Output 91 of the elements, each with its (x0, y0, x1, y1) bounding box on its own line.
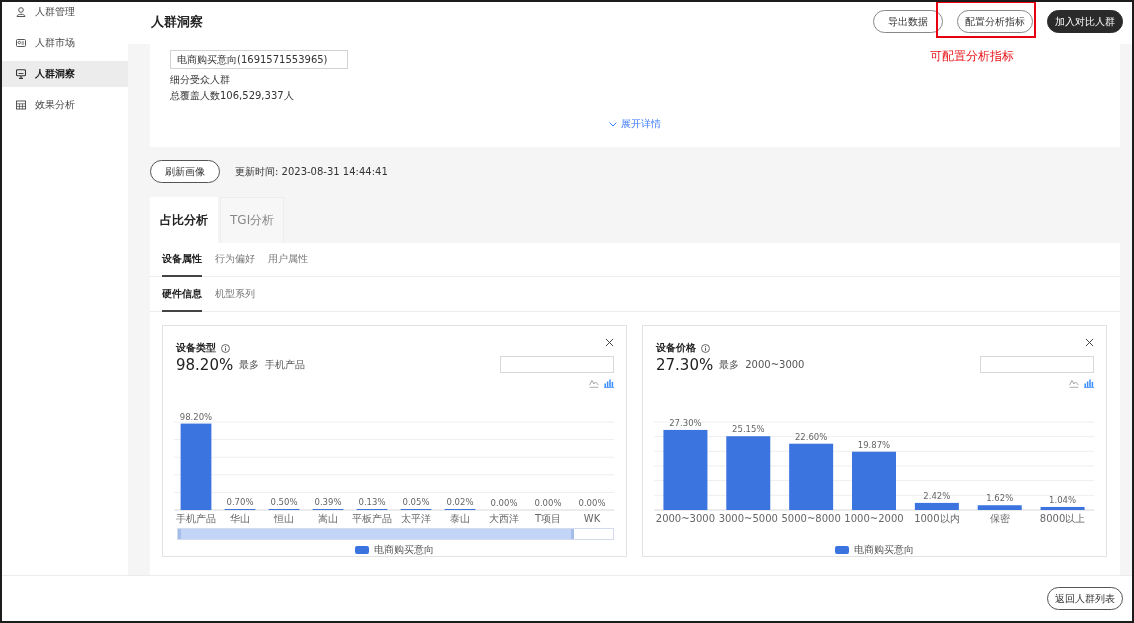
info-icon[interactable] (701, 343, 710, 353)
bar-chart-icon[interactable] (1084, 378, 1094, 388)
card-icon (16, 38, 26, 48)
value-label: 27.30% (669, 417, 702, 428)
axis-label: 太平洋 (401, 513, 431, 524)
sidebar-item[interactable]: 人群洞察 (2, 61, 128, 87)
category-tab[interactable]: 用户属性 (268, 243, 308, 277)
line-chart-icon[interactable] (589, 378, 599, 388)
axis-label: 华山 (230, 513, 250, 524)
axis-label: 保密 (989, 513, 1010, 524)
bar (914, 502, 959, 510)
axis-label: 恒山 (274, 513, 294, 524)
audience-field[interactable]: 电商购买意向(1691571553965) (170, 50, 348, 69)
sidebar-item[interactable]: 人群管理 (2, 2, 128, 25)
value-label: 0.13% (358, 497, 386, 507)
export-data-button[interactable]: 导出数据 (873, 10, 943, 33)
value-label: 19.87% (857, 439, 891, 450)
card-title: 设备类型 (176, 341, 216, 355)
legend-label[interactable]: 电商购买意向 (853, 545, 914, 555)
category-tab[interactable]: 行为偏好 (215, 243, 255, 277)
top-category: 手机产品 (265, 357, 306, 372)
axis-label: 5000~8000 (781, 513, 841, 524)
sidebar-item[interactable]: 人群市场 (2, 30, 128, 56)
configure-metrics-button[interactable]: 配置分析指标 (957, 10, 1033, 33)
table-icon (16, 100, 26, 110)
coverage-text: 总覆盖人数106,529,337人 (170, 89, 295, 103)
axis-label: 泰山 (450, 513, 470, 524)
legend-swatch-icon[interactable] (834, 546, 849, 554)
value-label: 0.39% (314, 497, 342, 507)
legend-label[interactable]: 电商购买意向 (373, 545, 434, 555)
legend-swatch-icon[interactable] (354, 546, 369, 554)
axis-label: T项目 (534, 513, 562, 524)
add-to-comparison-button[interactable]: 加入对比人群 (1047, 10, 1123, 33)
axis-label: 8000以上 (1039, 513, 1086, 524)
chart-filter-field[interactable] (500, 356, 614, 373)
bar (789, 443, 834, 510)
chevron-down-icon (609, 121, 617, 127)
top-label: 最多 (719, 357, 740, 372)
axis-label: 平板产品 (352, 513, 392, 524)
value-label: 0.50% (270, 497, 298, 507)
zoom-slider-track[interactable] (177, 528, 614, 540)
back-to-list-button[interactable]: 返回人群列表 (1047, 587, 1123, 610)
subcategory-tab[interactable]: 硬件信息 (162, 277, 202, 312)
annotation-text: 可配置分析指标 (930, 48, 1014, 65)
value-label: 22.60% (794, 431, 828, 442)
analysis-tab[interactable]: TGI分析 (220, 197, 285, 243)
bar-chart-icon[interactable] (604, 378, 614, 388)
value-label: 1.62% (986, 493, 1014, 504)
chart-filter-field[interactable] (980, 356, 1094, 373)
bar (977, 505, 1022, 510)
card-title: 设备价格 (656, 341, 696, 355)
value-label: 25.15% (732, 424, 765, 435)
analysis-tab[interactable]: 占比分析 (150, 197, 218, 243)
bar (852, 451, 896, 510)
category-tab[interactable]: 设备属性 (162, 243, 202, 277)
top-value: 27.30% (656, 355, 714, 374)
zoom-window-handle[interactable] (178, 529, 574, 539)
axis-label: 嵩山 (318, 513, 338, 524)
axis-label: WK (583, 513, 601, 524)
page-title: 人群洞察 (151, 12, 203, 31)
axis-label: 2000~3000 (655, 513, 716, 524)
subcategory-tab[interactable]: 机型系列 (215, 277, 255, 312)
close-icon[interactable] (605, 338, 614, 347)
value-label: 0.02% (446, 497, 474, 507)
value-label: 98.20% (179, 411, 213, 422)
sidebar-item[interactable]: 效果分析 (2, 92, 128, 118)
refresh-button[interactable]: 刷新画像 (150, 160, 220, 183)
value-label: 2.42% (923, 490, 951, 501)
top-value: 98.20% (176, 355, 234, 374)
top-label: 最多 (239, 357, 260, 372)
close-icon[interactable] (1085, 338, 1094, 347)
update-time: 更新时间: 2023-08-31 14:44:41 (235, 164, 388, 179)
value-label: 0.05% (402, 497, 430, 507)
axis-label: 大西洋 (489, 513, 519, 524)
expand-details-link[interactable]: 展开详情 (609, 117, 661, 131)
value-label: 0.70% (226, 497, 254, 507)
axis-label: 1000以内 (914, 513, 960, 524)
line-chart-icon[interactable] (1069, 378, 1079, 388)
value-label: 0.00% (578, 498, 606, 508)
bar (1040, 506, 1085, 510)
axis-label: 手机产品 (176, 513, 216, 524)
value-label: 0.00% (490, 498, 518, 508)
top-category: 2000~3000 (745, 359, 805, 370)
monitor-icon (16, 69, 26, 79)
value-label: 1.04% (1049, 494, 1077, 505)
value-label: 0.00% (534, 498, 562, 508)
segment-label: 细分受众人群 (170, 73, 231, 87)
info-icon[interactable] (221, 343, 230, 353)
axis-label: 3000~5000 (718, 513, 778, 524)
axis-label: 1000~2000 (844, 513, 904, 524)
person-icon (16, 7, 26, 17)
